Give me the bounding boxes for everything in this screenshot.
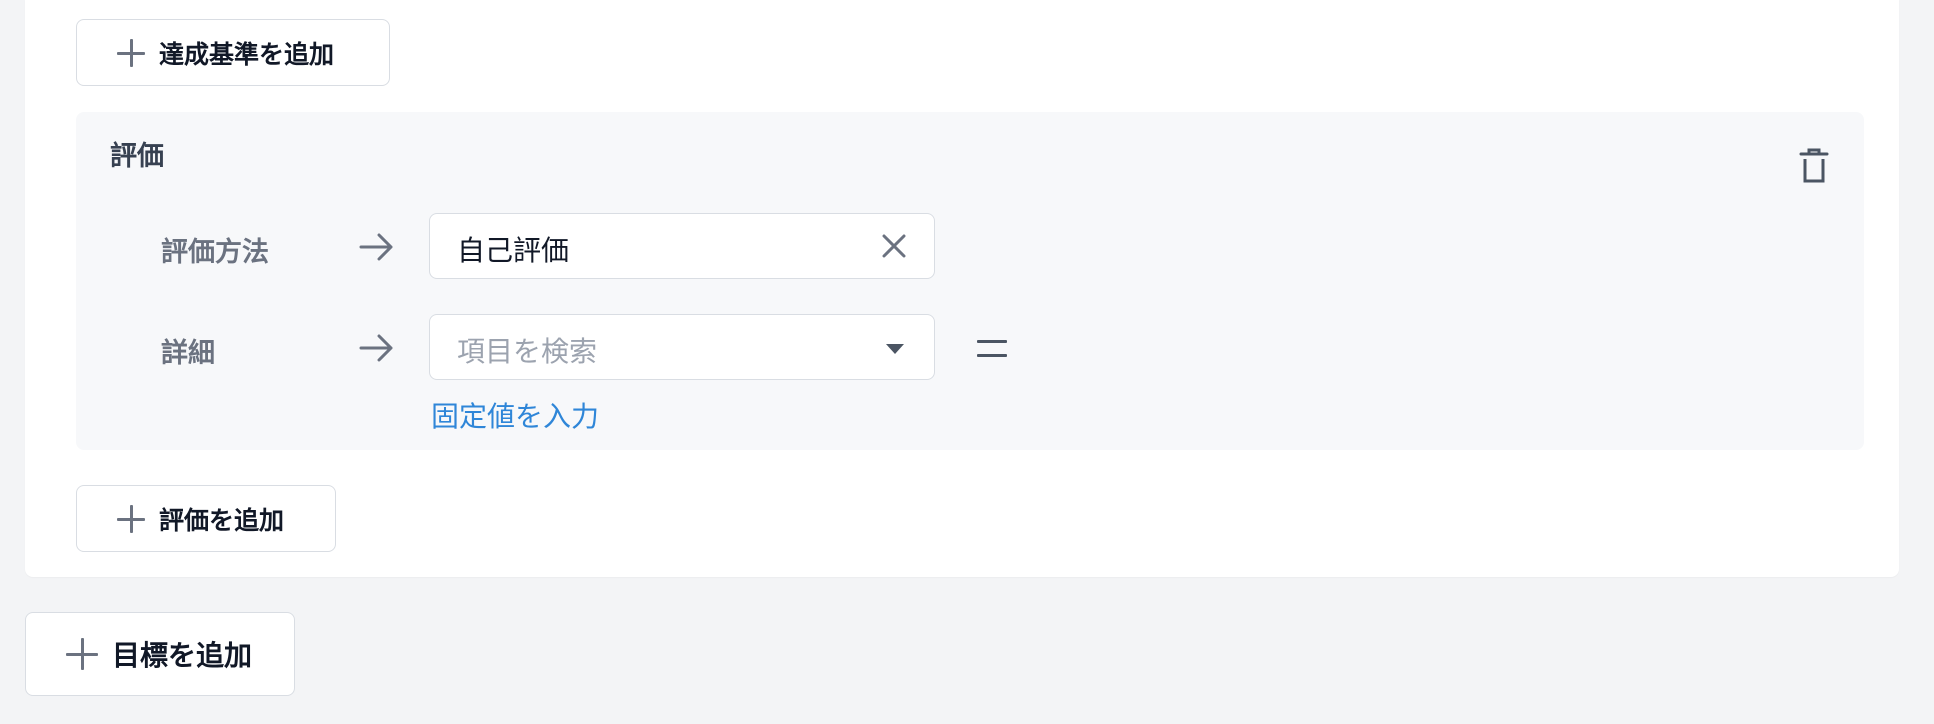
evaluation-section: 評価 評価方法 自己評価 詳細 項目を検索 <box>76 112 1864 450</box>
plus-icon <box>117 504 145 533</box>
add-goal-label: 目標を追加 <box>112 639 253 672</box>
add-evaluation-button[interactable]: 評価を追加 <box>76 485 336 552</box>
arrow-right-icon <box>359 233 393 261</box>
add-evaluation-label: 評価を追加 <box>159 505 285 535</box>
detail-search-select[interactable]: 項目を検索 <box>429 314 935 380</box>
method-label: 評価方法 <box>161 237 269 268</box>
method-select[interactable]: 自己評価 <box>429 213 935 279</box>
close-icon[interactable] <box>880 232 908 260</box>
arrow-right-icon <box>359 334 393 362</box>
equals-icon[interactable] <box>977 340 1007 360</box>
plus-icon <box>66 638 98 670</box>
trash-icon[interactable] <box>1798 148 1830 184</box>
add-criterion-label: 達成基準を追加 <box>159 39 335 69</box>
add-criterion-button[interactable]: 達成基準を追加 <box>76 19 390 86</box>
fixed-value-link[interactable]: 固定値を入力 <box>431 395 599 435</box>
evaluation-title: 評価 <box>110 141 164 172</box>
method-value: 自己評価 <box>457 234 570 267</box>
add-goal-button[interactable]: 目標を追加 <box>25 612 295 696</box>
plus-icon <box>117 38 145 67</box>
detail-label: 詳細 <box>161 338 215 369</box>
detail-placeholder: 項目を検索 <box>457 335 598 368</box>
goal-card: 達成基準を追加 評価 評価方法 自己評価 詳細 項目を検索 固定値を入力 評価を… <box>25 0 1899 577</box>
chevron-down-icon[interactable] <box>886 344 904 354</box>
